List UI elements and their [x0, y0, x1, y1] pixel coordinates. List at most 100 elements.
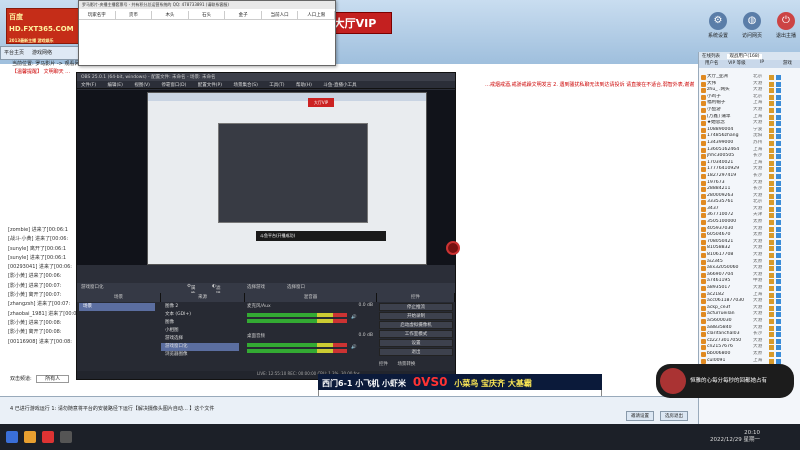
invite-settings-button[interactable]: 邀请设置: [626, 411, 654, 421]
user-location: 北京: [753, 93, 763, 99]
user-row[interactable]: bb006800 太原: [701, 351, 799, 358]
user-row[interactable]: [万鑫] 蒲苹 上海: [701, 114, 799, 121]
user-row[interactable]: 280009263 大港: [701, 193, 799, 200]
tab-transitions[interactable]: 场景转换: [397, 362, 415, 367]
menu-profile[interactable]: 配置文件(P): [198, 83, 222, 88]
user-row[interactable]: alix32050060 大港: [701, 265, 799, 272]
start-recording-button[interactable]: 开始录制: [379, 312, 453, 320]
user-row[interactable]: 小鸡子 北京: [701, 94, 799, 101]
user-row[interactable]: 810617708 大港: [701, 252, 799, 259]
menu-file[interactable]: 文件(F): [81, 83, 96, 88]
user-row[interactable]: 大伟 大港: [701, 81, 799, 88]
settings-button[interactable]: 设置: [379, 339, 453, 347]
user-row[interactable]: ai5600030 大港: [701, 318, 799, 325]
source-item[interactable]: 图像: [161, 319, 239, 327]
source-item[interactable]: 浏览器图像: [161, 351, 239, 359]
resource-popup-window[interactable]: 罗马影片-央播主播套票号 - 共有积分总运营系统的 QQ: 478733891 …: [78, 0, 336, 66]
user-row[interactable]: acc0611877030 大港: [701, 298, 799, 305]
tab-home[interactable]: 平台主页: [1, 47, 27, 58]
user-row[interactable]: clarifanchal03 长沙: [701, 331, 799, 338]
speaker-icon[interactable]: 🔊: [351, 315, 357, 320]
menu-tools[interactable]: 工具(T): [269, 83, 284, 88]
tab-online-list[interactable]: 在线列表: [702, 54, 720, 59]
source-item[interactable]: 图像 2: [161, 303, 239, 311]
select-game-button[interactable]: 选择游戏: [247, 284, 265, 290]
tab-games[interactable]: 游戏网络: [29, 47, 55, 58]
user-row[interactable]: 170340021 上海: [701, 160, 799, 167]
select-window-button[interactable]: 选择窗口: [287, 284, 305, 290]
folder-icon[interactable]: [24, 431, 36, 443]
user-row[interactable]: 13605162464 上海: [701, 147, 799, 154]
user-row[interactable]: 405937030 大港: [701, 226, 799, 233]
mixer-mic-slider[interactable]: [247, 319, 347, 323]
virtual-camera-button[interactable]: 启动虚拟摄像机: [379, 321, 453, 329]
user-row[interactable]: ai8835840 大港: [701, 325, 799, 332]
system-settings-button[interactable]: ⚙ 系统设置: [702, 12, 734, 52]
user-row[interactable]: a7461195 中港: [701, 278, 799, 285]
stop-streaming-button[interactable]: 停止推流: [379, 303, 453, 311]
chat-target-select[interactable]: 所有人: [36, 375, 70, 383]
user-row[interactable]: a8935017 大港: [701, 285, 799, 292]
menu-douyu-tool[interactable]: 斗鱼-直播小工具: [323, 83, 356, 88]
menu-scene-collection[interactable]: 场景集合(S): [233, 83, 257, 88]
speaker-icon[interactable]: 🔊: [351, 345, 357, 350]
menu-help[interactable]: 帮助(H): [296, 83, 312, 88]
user-row[interactable]: 174856zhang 沈阳: [701, 133, 799, 140]
user-row[interactable]: cz2273017050 大港: [701, 338, 799, 345]
user-row[interactable]: cn2157676 大港: [701, 344, 799, 351]
leave-room-button[interactable]: 选房退出: [660, 411, 688, 421]
exit-button[interactable]: 退出: [379, 348, 453, 356]
filters-button[interactable]: ◐ 滤镜: [212, 284, 220, 297]
user-row[interactable]: 17776410929 大港: [701, 166, 799, 173]
user-row[interactable]: 福利帽子 上海: [701, 100, 799, 107]
user-row[interactable]: ackp_ce3f 大港: [701, 305, 799, 312]
source-item[interactable]: 游戏选择: [161, 335, 239, 343]
user-icon: [701, 226, 706, 232]
user-row[interactable]: a66907704 大港: [701, 272, 799, 279]
user-row[interactable]: acfurrueilan 大港: [701, 311, 799, 318]
obs-window[interactable]: OBS 25.0.1 (64-bit, windows) - 配置文件: 未命名…: [76, 72, 460, 380]
clock[interactable]: 20:10 2022/12/29 星期一: [710, 430, 760, 444]
user-row[interactable]: 333535761 北京: [701, 199, 799, 206]
toast-notification[interactable]: 恒雅的心每分每秒的回都她占有: [656, 364, 794, 398]
source-item[interactable]: 小相图: [161, 327, 239, 335]
user-row[interactable]: 3437 大港: [701, 206, 799, 213]
user-row[interactable]: 708050421 大港: [701, 239, 799, 246]
user-icon: [701, 220, 706, 226]
scene-item[interactable]: 场景: [79, 303, 155, 311]
user-row[interactable]: 197673 大港: [701, 180, 799, 187]
tab-controls[interactable]: 控件: [379, 362, 388, 367]
user-row[interactable]: 大厅_亚洲 北京: [701, 74, 799, 81]
chat-target[interactable]: 双击频道: 所有人: [10, 375, 70, 383]
user-row[interactable]: 小鱼游 大港: [701, 107, 799, 114]
mixer-desktop-slider[interactable]: [247, 349, 347, 353]
source-item[interactable]: 文本 (GDI+): [161, 311, 239, 319]
tab-spectators[interactable]: 观战用户(168): [727, 54, 762, 59]
obs-icon[interactable]: [60, 431, 72, 443]
user-row[interactable]: zhu_ .网头 大港: [701, 87, 799, 94]
browser-icon[interactable]: [42, 431, 54, 443]
user-row[interactable]: 3505100000 太原: [701, 219, 799, 226]
exit-anchor-button[interactable]: ⏻ 退出主播: [770, 12, 800, 52]
source-item-selected[interactable]: 游戏窗口化: [161, 343, 239, 351]
user-row[interactable]: 134399000 苏州: [701, 140, 799, 147]
user-row[interactable]: 108890004 宁波: [701, 127, 799, 134]
user-row[interactable]: 81058832 大港: [701, 245, 799, 252]
user-row[interactable]: 60504670 太原: [701, 232, 799, 239]
menu-docks[interactable]: 停靠窗口(D): [161, 83, 186, 88]
user-row[interactable]: jhhc300505 长沙: [701, 153, 799, 160]
user-row[interactable]: 28884211 长沙: [701, 186, 799, 193]
obs-preview[interactable]: 大厅VIP 斗鱼平台(开播成功): [77, 90, 460, 265]
start-icon[interactable]: [6, 431, 18, 443]
menu-edit[interactable]: 编辑(E): [108, 83, 123, 88]
user-row[interactable]: ac2182 上海: [701, 292, 799, 299]
properties-button[interactable]: ⚙ 属性: [187, 284, 196, 297]
user-row[interactable]: ★她思念 大港: [701, 120, 799, 127]
user-row[interactable]: 1827297419 长沙: [701, 173, 799, 180]
user-row[interactable]: 367710072 天津: [701, 212, 799, 219]
user-row[interactable]: ai2345 太原: [701, 259, 799, 266]
studio-mode-button[interactable]: 工作室模式: [379, 330, 453, 338]
menu-view[interactable]: 视图(V): [134, 83, 150, 88]
visit-web-button[interactable]: ◍ 访问网页: [736, 12, 768, 52]
game-icon: [776, 292, 781, 298]
